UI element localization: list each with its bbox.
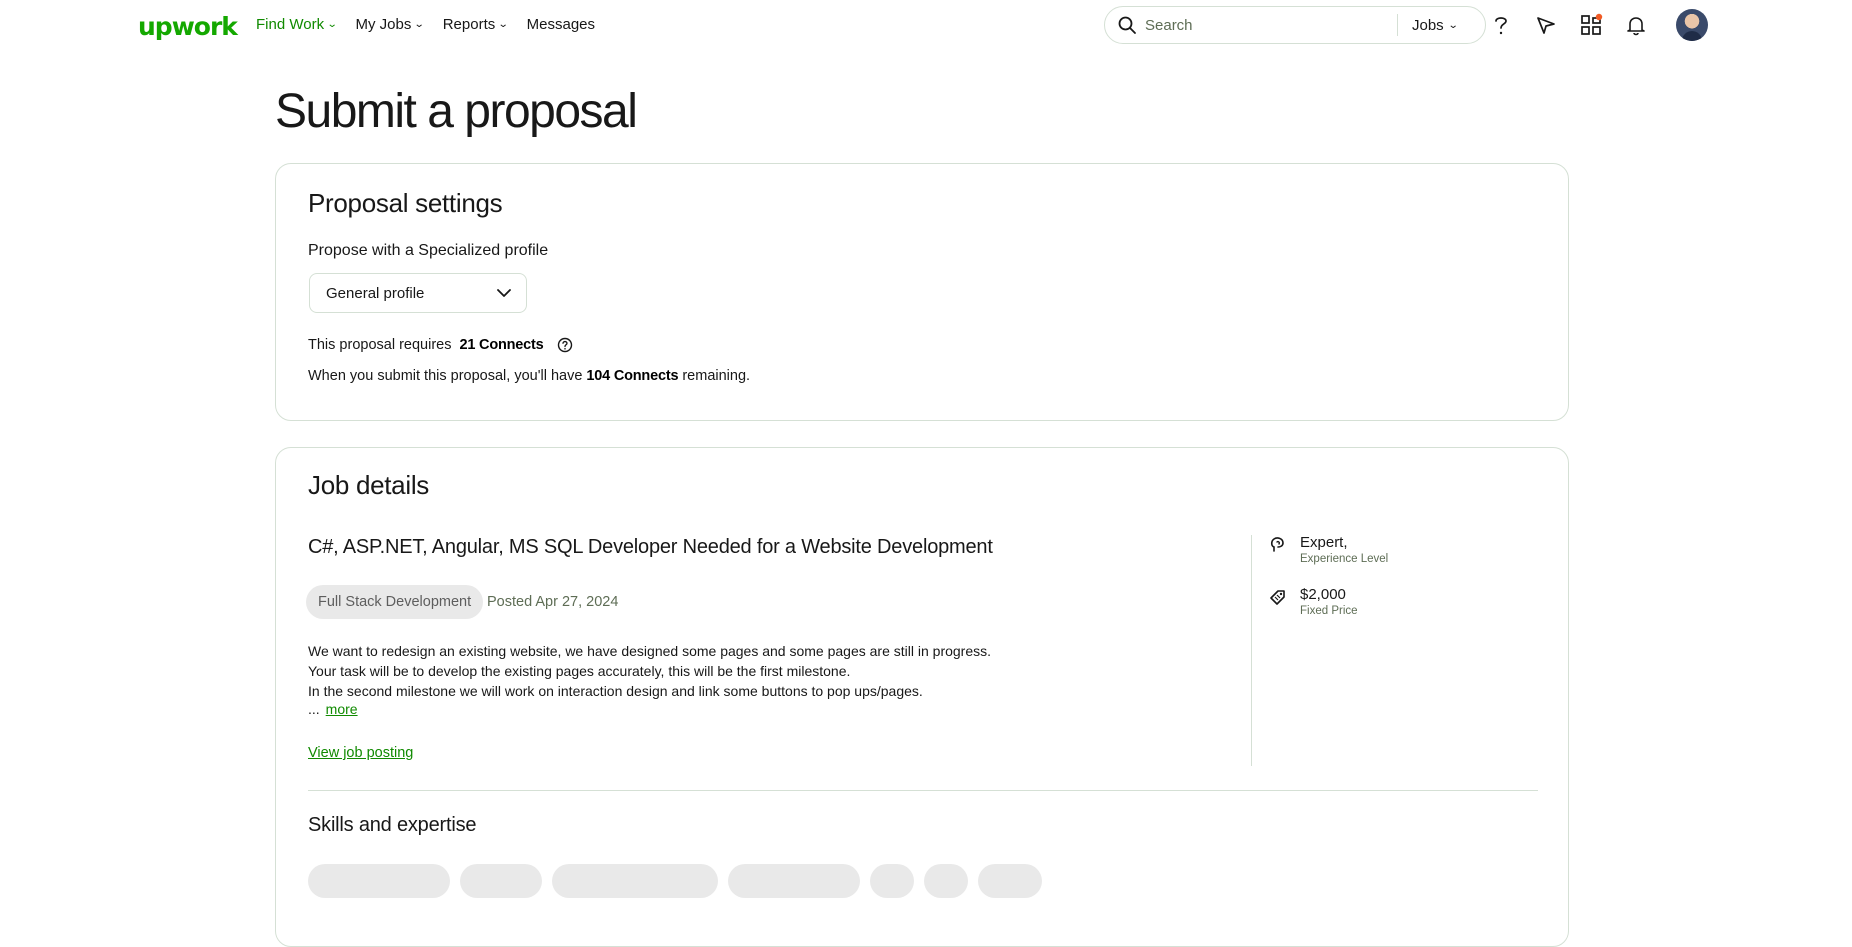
help-icon[interactable] xyxy=(1488,12,1514,38)
profile-select-value: General profile xyxy=(326,284,425,302)
description-line: Your task will be to develop the existin… xyxy=(308,663,851,679)
section-divider xyxy=(308,790,1538,791)
connects-remaining-text: When you submit this proposal, you'll ha… xyxy=(308,368,750,384)
experience-level: Expert, Experience Level xyxy=(1268,534,1388,565)
notification-badge xyxy=(1595,13,1603,21)
connects-remaining-suffix: remaining. xyxy=(678,368,751,384)
proposal-settings-card: Proposal settings Propose with a Special… xyxy=(275,163,1569,421)
nav-find-work-label: Find Work xyxy=(256,16,325,33)
user-avatar[interactable] xyxy=(1676,9,1708,41)
page-title: Submit a proposal xyxy=(275,85,638,138)
notifications-bell-icon[interactable] xyxy=(1623,12,1649,38)
skills-title: Skills and expertise xyxy=(308,814,477,836)
skill-chip[interactable] xyxy=(978,864,1042,898)
price-label: Fixed Price xyxy=(1300,605,1358,617)
skill-chip[interactable] xyxy=(728,864,860,898)
connects-required-text: This proposal requires 21 Connects xyxy=(308,336,574,354)
direct-contracts-icon[interactable] xyxy=(1533,12,1559,38)
price-value: $2,000 xyxy=(1300,586,1346,603)
chevron-down-icon: ⌄ xyxy=(497,19,509,30)
nav-reports-label: Reports xyxy=(442,16,496,33)
search-scope-dropdown[interactable]: Jobs ⌄ xyxy=(1398,17,1473,34)
upwork-logo[interactable]: upwork xyxy=(138,12,238,41)
nav-find-work[interactable]: Find Work ⌄ xyxy=(256,16,338,33)
nav-my-jobs-label: My Jobs xyxy=(355,16,412,33)
chevron-down-icon: ⌄ xyxy=(414,19,425,30)
search-input[interactable] xyxy=(1143,15,1397,35)
nav-messages-label: Messages xyxy=(526,16,596,33)
connects-required-value: 21 Connects xyxy=(459,337,544,353)
nav-reports[interactable]: Reports ⌄ xyxy=(442,16,509,33)
help-circle-icon[interactable] xyxy=(556,336,574,354)
search-scope-label: Jobs xyxy=(1412,16,1444,34)
brain-icon xyxy=(1270,537,1284,552)
connects-remaining-value: 104 Connects xyxy=(586,368,679,384)
experience-value: Expert, xyxy=(1300,534,1348,551)
job-details-title: Job details xyxy=(308,470,429,500)
more-link[interactable]: more xyxy=(326,701,358,717)
job-details-card: Job details C#, ASP.NET, Angular, MS SQL… xyxy=(275,447,1569,947)
profile-select[interactable]: General profile xyxy=(309,273,527,313)
budget: $2,000 Fixed Price xyxy=(1268,586,1358,617)
chevron-down-icon: ⌄ xyxy=(1447,19,1459,31)
nav-messages[interactable]: Messages xyxy=(527,16,595,33)
skill-chip[interactable] xyxy=(308,864,450,898)
posted-date: Posted Apr 27, 2024 xyxy=(487,594,619,610)
chevron-down-icon: ⌄ xyxy=(326,19,338,30)
description-line: In the second milestone we will work on … xyxy=(308,683,923,699)
skill-chip[interactable] xyxy=(924,864,968,898)
skill-chip[interactable] xyxy=(460,864,542,898)
top-navigation: upwork Find Work ⌄ My Jobs ⌄ Reports ⌄ M… xyxy=(0,0,1852,52)
connects-required-prefix: This proposal requires xyxy=(308,337,456,353)
ellipsis: ... xyxy=(308,701,320,717)
skill-chip[interactable] xyxy=(870,864,914,898)
job-title: C#, ASP.NET, Angular, MS SQL Developer N… xyxy=(308,536,993,558)
search-bar: Jobs ⌄ xyxy=(1104,6,1486,44)
skills-list xyxy=(308,864,1042,898)
nav-my-jobs[interactable]: My Jobs ⌄ xyxy=(355,16,425,33)
main-nav-links: Find Work ⌄ My Jobs ⌄ Reports ⌄ Messages xyxy=(256,16,595,33)
connects-remaining-prefix: When you submit this proposal, you'll ha… xyxy=(308,368,587,384)
skill-chip[interactable] xyxy=(552,864,718,898)
description-line: We want to redesign an existing website,… xyxy=(308,643,992,659)
experience-label: Experience Level xyxy=(1300,553,1389,565)
apps-grid-icon[interactable] xyxy=(1578,12,1604,38)
description-more-row: ... more xyxy=(308,701,358,717)
chevron-down-icon xyxy=(497,289,511,297)
price-tag-icon xyxy=(1270,590,1285,605)
profile-label: Propose with a Specialized profile xyxy=(308,242,549,259)
proposal-settings-title: Proposal settings xyxy=(308,188,503,218)
category-tag[interactable]: Full Stack Development xyxy=(306,585,484,619)
vertical-divider xyxy=(1251,535,1252,766)
search-icon xyxy=(1118,16,1136,34)
view-job-posting-link[interactable]: View job posting xyxy=(308,745,413,761)
job-description: We want to redesign an existing website,… xyxy=(308,641,1068,701)
